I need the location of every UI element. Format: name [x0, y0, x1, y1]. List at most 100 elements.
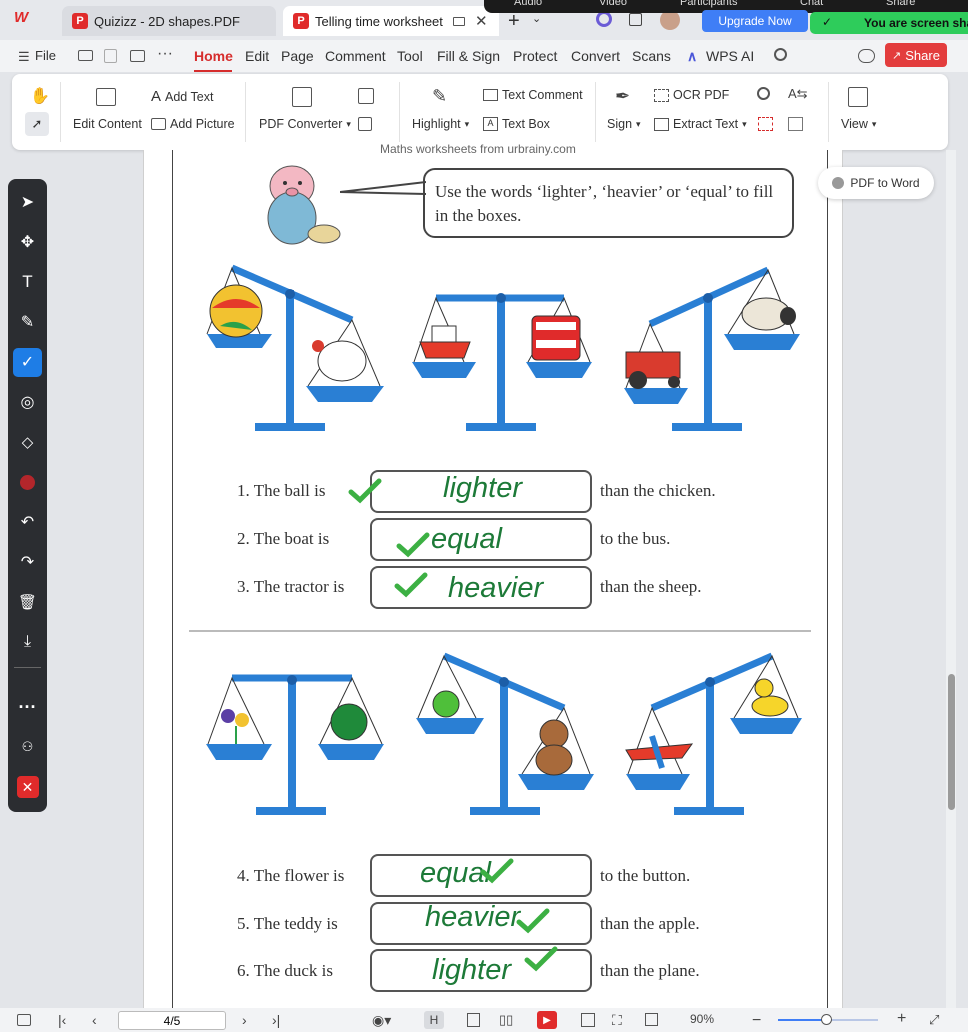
- download-icon[interactable]: ⤓: [8, 627, 47, 657]
- menu-page[interactable]: Page: [281, 48, 314, 64]
- single-page-icon[interactable]: [467, 1013, 480, 1027]
- meeting-share[interactable]: Share: [886, 0, 915, 8]
- fit-width-icon[interactable]: H: [424, 1011, 444, 1029]
- pdf-converter-icon[interactable]: [292, 87, 312, 107]
- move-icon[interactable]: ✥: [8, 227, 47, 257]
- add-text-button[interactable]: A Add Text: [151, 88, 213, 105]
- meeting-audio[interactable]: Audio: [514, 0, 542, 8]
- menu-convert[interactable]: Convert: [571, 48, 620, 64]
- menu-file[interactable]: File: [35, 48, 56, 63]
- expand-icon[interactable]: ⤢: [929, 1012, 939, 1028]
- pointer-icon[interactable]: ➤: [8, 187, 47, 217]
- two-page-icon[interactable]: ▯▯: [499, 1012, 513, 1028]
- tab-telling-time[interactable]: P Telling time worksheet Ge ✕: [283, 6, 499, 36]
- last-page-icon[interactable]: ›|: [272, 1012, 280, 1028]
- highlight-button[interactable]: Highlight ▾: [412, 117, 469, 131]
- next-page-icon[interactable]: ›: [242, 1012, 247, 1028]
- highlighter-icon[interactable]: ✎: [432, 86, 447, 107]
- extract-text-button[interactable]: Extract Text ▾: [654, 117, 747, 131]
- menu-scans[interactable]: Scans: [632, 48, 671, 64]
- q5-prefix: 5. The teddy is: [237, 914, 338, 933]
- pdf-converter-button[interactable]: PDF Converter ▾: [259, 117, 351, 131]
- hamburger-icon[interactable]: ☰: [18, 49, 30, 65]
- menu-protect[interactable]: Protect: [513, 48, 557, 64]
- close-tab-icon[interactable]: ✕: [475, 12, 488, 30]
- stamp-icon[interactable]: ◎: [8, 387, 47, 417]
- zoom-level[interactable]: 90%: [690, 1012, 714, 1026]
- chevron-down-icon[interactable]: ⌄: [532, 12, 541, 25]
- pdf-to-word-button[interactable]: PDF to Word: [818, 167, 934, 199]
- text-comment-button[interactable]: Text Comment: [483, 88, 583, 102]
- menu-edit[interactable]: Edit: [245, 48, 269, 64]
- menu-wps-ai[interactable]: WPS AI: [706, 48, 754, 64]
- color-picker-icon[interactable]: [8, 467, 47, 497]
- convert-image-icon[interactable]: [358, 88, 374, 104]
- edit-content-icon[interactable]: [96, 88, 116, 106]
- upgrade-button[interactable]: Upgrade Now: [702, 10, 808, 32]
- menu-home[interactable]: Home: [194, 48, 233, 64]
- undo-icon[interactable]: ↶: [8, 507, 47, 537]
- first-page-icon[interactable]: |‹: [58, 1012, 66, 1028]
- answer-3: heavier: [448, 572, 544, 604]
- sign-button[interactable]: Sign ▾: [607, 117, 641, 131]
- close-toolbar-icon[interactable]: ✕: [8, 772, 47, 802]
- color-dot: [20, 474, 35, 490]
- monitor-icon: [453, 16, 465, 26]
- add-picture-button[interactable]: Add Picture: [151, 117, 235, 131]
- view-grid-icon[interactable]: [848, 87, 868, 107]
- trash-icon[interactable]: 🗑: [8, 587, 47, 617]
- hand-tool-icon[interactable]: ✋: [30, 86, 50, 106]
- zoom-slider-knob[interactable]: [821, 1014, 832, 1025]
- redo-icon[interactable]: ↷: [8, 547, 47, 577]
- new-tab-icon[interactable]: +: [508, 10, 520, 33]
- prev-page-icon[interactable]: ‹: [92, 1012, 97, 1028]
- screenshot-ocr-icon[interactable]: [758, 117, 773, 131]
- more-options-icon[interactable]: ···: [8, 692, 47, 722]
- menu-comment[interactable]: Comment: [325, 48, 386, 64]
- more-icon[interactable]: ···: [157, 45, 173, 63]
- view-button[interactable]: View ▾: [841, 117, 876, 131]
- meeting-chat[interactable]: Chat: [800, 0, 823, 8]
- pen-icon[interactable]: ✎: [8, 307, 47, 337]
- text-tool-icon[interactable]: T: [8, 267, 47, 297]
- text-box-label: Text Box: [502, 117, 550, 131]
- sidebar-toggle-icon[interactable]: [17, 1014, 31, 1026]
- wps-logo[interactable]: W: [14, 9, 48, 29]
- cloud-upload-icon[interactable]: [858, 49, 875, 63]
- play-icon[interactable]: ▶: [537, 1011, 557, 1029]
- zoom-out-icon[interactable]: −: [752, 1012, 761, 1030]
- scrollbar-thumb[interactable]: [948, 674, 955, 810]
- avatar[interactable]: [660, 10, 680, 30]
- menu-fill-sign[interactable]: Fill & Sign: [437, 48, 500, 64]
- save-icon[interactable]: [104, 49, 117, 63]
- print-icon[interactable]: [130, 50, 145, 62]
- window-icon[interactable]: [629, 13, 642, 26]
- fit-page-icon[interactable]: [581, 1013, 595, 1027]
- text-box-button[interactable]: A Text Box: [483, 117, 550, 131]
- find-icon[interactable]: [757, 87, 770, 100]
- open-folder-icon[interactable]: [78, 50, 93, 61]
- eraser-icon[interactable]: ◇: [8, 427, 47, 457]
- checkmark-tool-icon[interactable]: ✓: [8, 347, 47, 377]
- page-number-field[interactable]: 4/5: [118, 1011, 226, 1030]
- scrollbar-track[interactable]: [946, 150, 956, 1008]
- edit-content-button[interactable]: Edit Content: [73, 117, 142, 131]
- tab-quizizz[interactable]: P Quizizz - 2D shapes.PDF: [62, 6, 276, 36]
- search-icon[interactable]: [774, 48, 787, 61]
- fullscreen-icon[interactable]: ⛶: [612, 1012, 622, 1029]
- menu-tool[interactable]: Tool: [397, 48, 423, 64]
- app-icon[interactable]: [596, 11, 612, 27]
- share-button[interactable]: ↗ Share: [885, 43, 947, 67]
- meeting-video[interactable]: Video: [599, 0, 627, 8]
- zoom-in-icon[interactable]: +: [897, 1010, 906, 1028]
- ocr-pdf-button[interactable]: OCR PDF: [654, 88, 729, 102]
- sign-pen-icon[interactable]: ✒: [615, 86, 630, 107]
- meeting-participants[interactable]: Participants: [680, 0, 737, 8]
- crop-icon[interactable]: [645, 1013, 658, 1026]
- ai-read-icon[interactable]: [788, 117, 803, 131]
- copy-icon[interactable]: [358, 117, 372, 131]
- translate-icon[interactable]: A⇆: [788, 86, 808, 102]
- select-tool-icon[interactable]: ➚: [25, 112, 49, 136]
- user-icon[interactable]: ⚇: [8, 732, 47, 762]
- eye-icon[interactable]: ◉▾: [372, 1012, 391, 1029]
